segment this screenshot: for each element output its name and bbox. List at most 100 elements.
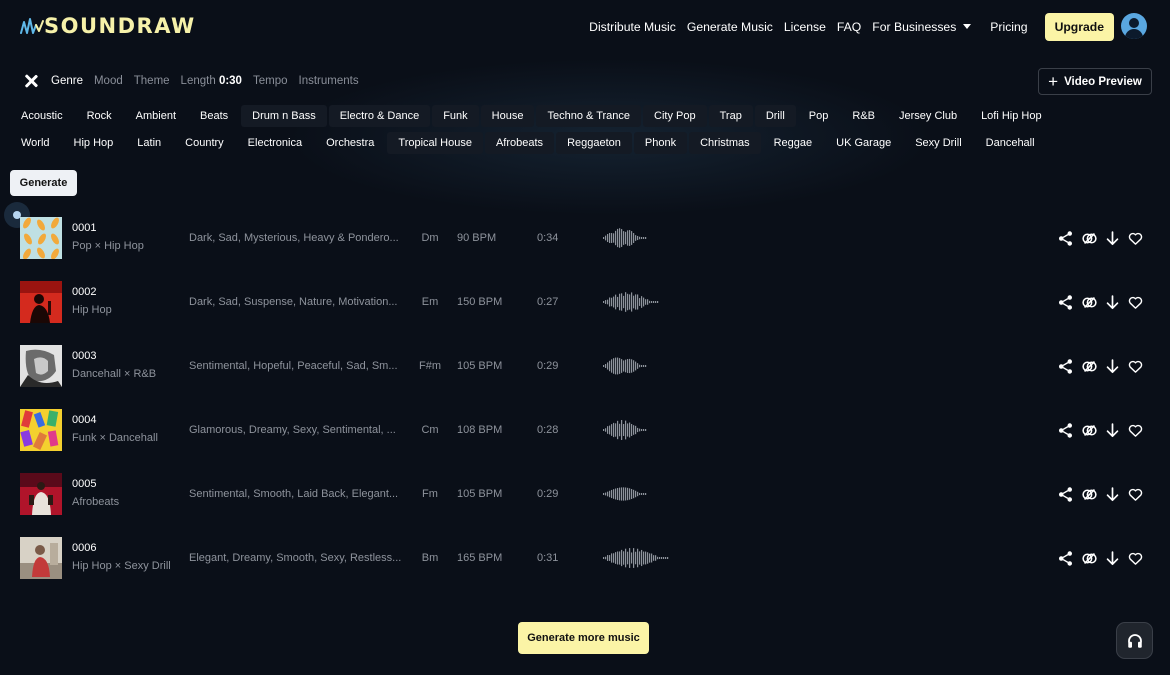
nav-faq[interactable]: FAQ — [837, 20, 861, 34]
tab-tempo[interactable]: Tempo — [253, 75, 288, 87]
genre-chip-drum-n-bass[interactable]: Drum n Bass — [241, 105, 327, 127]
genre-chip-randb[interactable]: R&B — [841, 105, 886, 127]
genre-chip-electronica[interactable]: Electronica — [237, 132, 313, 154]
share-button[interactable] — [1057, 550, 1074, 567]
genre-chip-dancehall[interactable]: Dancehall — [975, 132, 1046, 154]
nav-distribute-music[interactable]: Distribute Music — [589, 20, 676, 34]
genre-chip-tropical-house[interactable]: Tropical House — [387, 132, 483, 154]
genre-chip-reggaeton[interactable]: Reggaeton — [556, 132, 632, 154]
track-number: 0004 — [72, 414, 97, 426]
track-cover-image[interactable] — [20, 217, 62, 259]
support-button[interactable] — [1116, 622, 1153, 659]
track-actions — [1057, 294, 1147, 311]
genre-chip-phonk[interactable]: Phonk — [633, 132, 688, 154]
track-waveform[interactable] — [603, 355, 647, 377]
genre-chip-lofi-hip-hop[interactable]: Lofi Hip Hop — [970, 105, 1053, 127]
close-icon[interactable] — [24, 74, 38, 88]
genre-chip-uk-garage[interactable]: UK Garage — [825, 132, 902, 154]
track-waveform[interactable] — [603, 547, 669, 569]
genre-chip-drill[interactable]: Drill — [754, 105, 796, 127]
share-button[interactable] — [1057, 230, 1074, 247]
track-cover-image[interactable] — [20, 409, 62, 451]
share-button[interactable] — [1057, 294, 1074, 311]
generate-more-button[interactable]: Generate more music — [518, 622, 649, 654]
genre-chip-orchestra[interactable]: Orchestra — [315, 132, 385, 154]
genre-chip-hip-hop[interactable]: Hip Hop — [63, 132, 125, 154]
plus-icon: + — [1048, 72, 1059, 91]
track-row[interactable]: 0003 Dancehall × R&B Sentimental, Hopeful,… — [0, 345, 1170, 389]
genre-chip-pop[interactable]: Pop — [798, 105, 840, 127]
track-key: F#m — [419, 360, 441, 372]
share-button[interactable] — [1057, 422, 1074, 439]
genre-chip-rock[interactable]: Rock — [76, 105, 123, 127]
remix-button[interactable] — [1081, 550, 1098, 567]
nav-for-businesses-dropdown[interactable]: For Businesses — [872, 20, 971, 34]
nav-license[interactable]: License — [784, 20, 826, 34]
genre-chip-acoustic[interactable]: Acoustic — [10, 105, 74, 127]
download-button[interactable] — [1104, 358, 1121, 375]
track-waveform[interactable] — [603, 419, 647, 441]
genre-chip-christmas[interactable]: Christmas — [689, 132, 761, 154]
genre-chip-reggae[interactable]: Reggae — [763, 132, 824, 154]
nav-pricing[interactable]: Pricing — [990, 20, 1027, 34]
genre-chip-electro-and-dance[interactable]: Electro & Dance — [328, 105, 431, 127]
favorite-button[interactable] — [1127, 358, 1144, 375]
favorite-button[interactable] — [1127, 486, 1144, 503]
tab-mood[interactable]: Mood — [94, 75, 123, 87]
genre-chip-techno-and-trance[interactable]: Techno & Trance — [536, 105, 642, 127]
remix-button[interactable] — [1081, 230, 1098, 247]
remix-button[interactable] — [1081, 422, 1098, 439]
remix-button[interactable] — [1081, 294, 1098, 311]
favorite-button[interactable] — [1127, 550, 1144, 567]
genre-chip-sexy-drill[interactable]: Sexy Drill — [904, 132, 972, 154]
tab-theme[interactable]: Theme — [134, 75, 170, 87]
user-avatar-icon[interactable] — [1121, 13, 1147, 39]
generate-button[interactable]: Generate — [10, 170, 77, 196]
genre-chip-world[interactable]: World — [10, 132, 61, 154]
favorite-button[interactable] — [1127, 422, 1144, 439]
share-button[interactable] — [1057, 358, 1074, 375]
genre-chip-funk[interactable]: Funk — [432, 105, 479, 127]
share-button[interactable] — [1057, 486, 1074, 503]
download-button[interactable] — [1104, 422, 1121, 439]
genre-chip-country[interactable]: Country — [174, 132, 235, 154]
download-button[interactable] — [1104, 294, 1121, 311]
download-button[interactable] — [1104, 230, 1121, 247]
genre-chip-beats[interactable]: Beats — [189, 105, 239, 127]
favorite-button[interactable] — [1127, 230, 1144, 247]
genre-chip-trap[interactable]: Trap — [708, 105, 753, 127]
remix-button[interactable] — [1081, 486, 1098, 503]
track-row[interactable]: 0005 Afrobeats Sentimental, Smooth, Laid B… — [0, 473, 1170, 517]
remix-button[interactable] — [1081, 358, 1098, 375]
genre-chip-jersey-club[interactable]: Jersey Club — [888, 105, 968, 127]
download-button[interactable] — [1104, 486, 1121, 503]
genre-chip-ambient[interactable]: Ambient — [125, 105, 187, 127]
track-cover-image[interactable] — [20, 473, 62, 515]
genre-chip-latin[interactable]: Latin — [126, 132, 172, 154]
track-cover-image[interactable] — [20, 537, 62, 579]
upgrade-button[interactable]: Upgrade — [1044, 13, 1114, 41]
track-waveform[interactable] — [603, 227, 647, 249]
track-row[interactable]: 0004 Funk × Dancehall Glamorous, Dreamy, S… — [0, 409, 1170, 453]
track-cover-image[interactable] — [20, 281, 62, 323]
track-waveform[interactable] — [603, 483, 647, 505]
track-row[interactable]: 0001 Pop × Hip Hop Dark, Sad, Mysterious, … — [0, 217, 1170, 261]
track-row[interactable]: 0006 Hip Hop × Sexy Drill Elegant, Dreamy,… — [0, 537, 1170, 581]
genre-chip-house[interactable]: House — [480, 105, 535, 127]
download-button[interactable] — [1104, 550, 1121, 567]
favorite-button[interactable] — [1127, 294, 1144, 311]
track-row[interactable]: 0002 Hip Hop Dark, Sad, Suspense, Nature, … — [0, 281, 1170, 325]
logo[interactable]: SOUNDRAW — [20, 12, 196, 40]
video-preview-button[interactable]: + Video Preview — [1038, 68, 1152, 95]
genre-chip-city-pop[interactable]: City Pop — [643, 105, 707, 127]
track-bpm: 90 BPM — [457, 232, 497, 244]
nav-generate-music[interactable]: Generate Music — [687, 20, 773, 34]
main-nav: Distribute Music Generate Music License … — [578, 13, 1114, 41]
track-cover-image[interactable] — [20, 345, 62, 387]
tab-length[interactable]: Length 0:30 — [181, 75, 242, 87]
genre-chip-afrobeats[interactable]: Afrobeats — [484, 132, 555, 154]
track-waveform[interactable] — [603, 291, 659, 313]
soundraw-logo-icon — [20, 18, 44, 34]
tab-genre[interactable]: Genre — [51, 75, 83, 87]
tab-instruments[interactable]: Instruments — [299, 75, 359, 87]
